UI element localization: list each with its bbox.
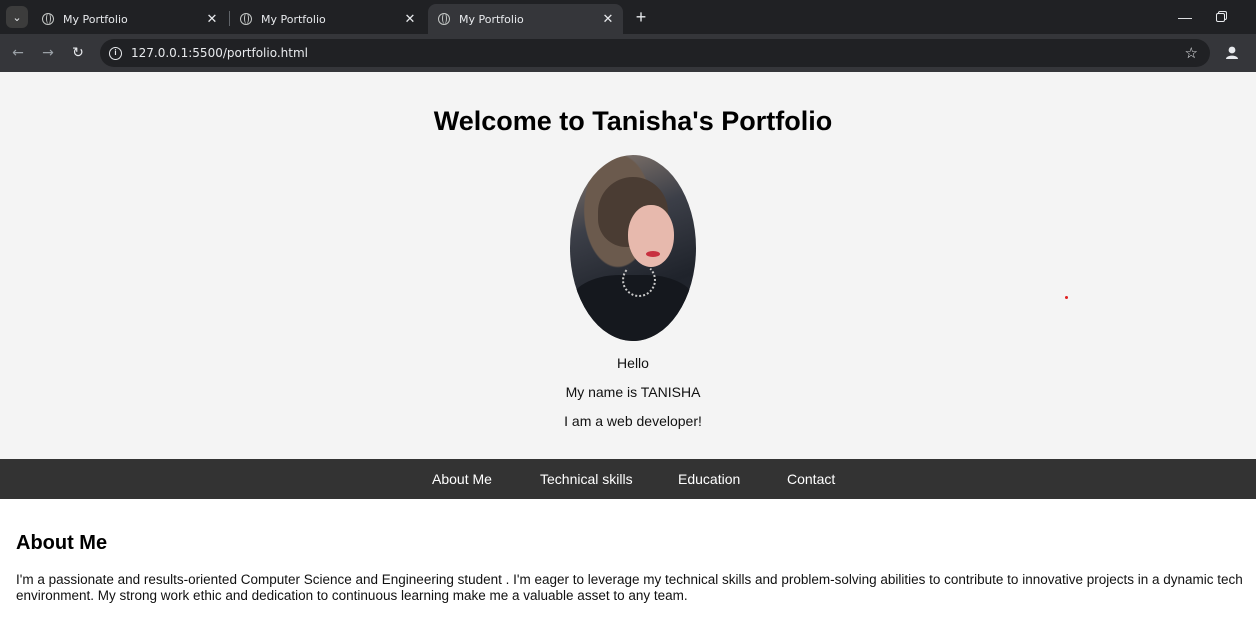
about-heading: About Me [16,532,108,554]
restore-icon[interactable] [1214,9,1230,25]
hero-section: Welcome to Tanisha's Portfolio Hello My … [0,72,1256,459]
close-icon[interactable]: ✕ [403,12,417,27]
minimize-icon[interactable]: — [1176,8,1194,26]
page-content: Welcome to Tanisha's Portfolio Hello My … [0,72,1256,624]
browser-toolbar: ← → ↻ i 127.0.0.1:5500/portfolio.html ☆ [0,34,1256,72]
reload-icon[interactable]: ↻ [68,43,88,63]
stray-dot [1065,296,1068,299]
nav-about-me[interactable]: About Me [432,471,492,487]
url-text[interactable]: 127.0.0.1:5500/portfolio.html [131,46,1185,60]
profile-icon[interactable] [1222,43,1242,63]
tab-2[interactable]: My Portfolio ✕ [230,4,425,34]
forward-arrow-icon[interactable]: → [38,43,58,63]
tab-3-active[interactable]: My Portfolio ✕ [428,4,623,34]
nav-education[interactable]: Education [678,471,740,487]
nav-contact[interactable]: Contact [787,471,835,487]
globe-icon [240,13,252,25]
tab-1[interactable]: My Portfolio ✕ [32,4,227,34]
profile-photo [570,155,696,341]
tab-title: My Portfolio [63,12,128,26]
chevron-down-icon[interactable]: ⌄ [6,6,28,28]
star-icon[interactable]: ☆ [1185,44,1198,62]
role-text: I am a web developer! [564,413,702,429]
tab-title: My Portfolio [261,12,326,26]
name-text: My name is TANISHA [565,384,701,400]
tab-strip: ⌄ My Portfolio ✕ My Portfolio ✕ My Portf… [0,0,1256,34]
close-icon[interactable]: ✕ [205,12,219,27]
page-title: Welcome to Tanisha's Portfolio [433,106,833,136]
globe-icon [438,13,450,25]
plus-icon[interactable]: + [632,7,650,27]
back-arrow-icon[interactable]: ← [8,43,28,63]
about-section: About Me I'm a passionate and results-or… [16,532,1246,604]
about-text: I'm a passionate and results-oriented Co… [16,572,1243,603]
globe-icon [42,13,54,25]
tab-title: My Portfolio [459,12,524,26]
main-navbar: About Me Technical skills Education Cont… [0,459,1256,499]
nav-technical-skills[interactable]: Technical skills [540,471,633,487]
info-icon[interactable]: i [109,46,122,60]
greeting-text: Hello [617,355,649,371]
address-bar[interactable]: i 127.0.0.1:5500/portfolio.html ☆ [100,39,1210,67]
close-icon[interactable]: ✕ [601,12,615,27]
